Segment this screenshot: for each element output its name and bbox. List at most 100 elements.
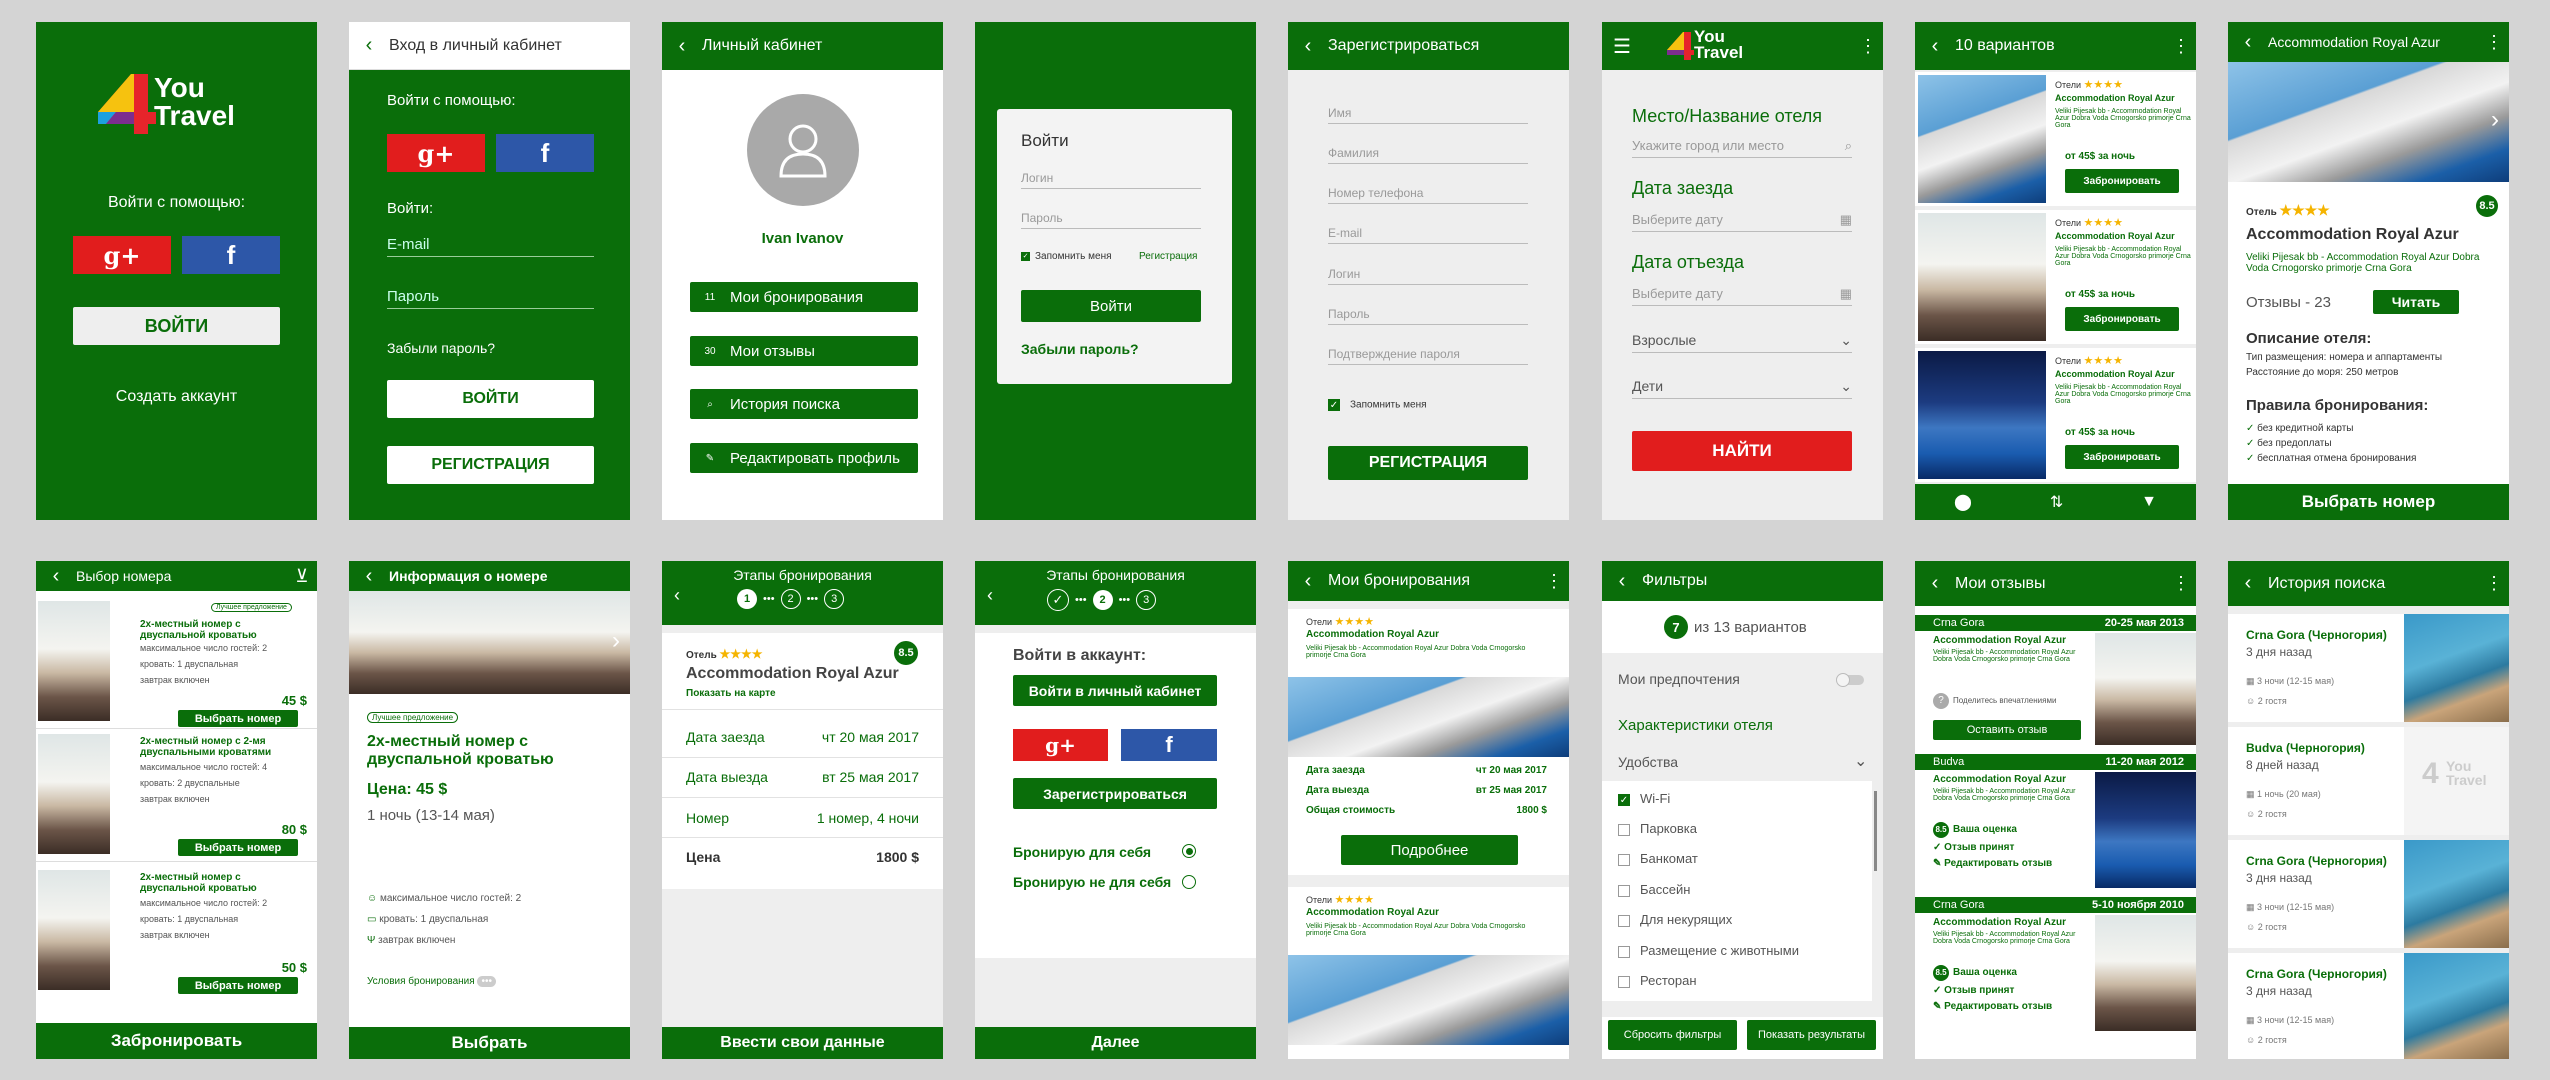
hotel-photo[interactable]: ›	[2228, 62, 2509, 182]
scrollbar[interactable]	[1874, 791, 1877, 871]
radio[interactable]	[1182, 875, 1196, 889]
back-icon[interactable]: ‹	[987, 585, 993, 606]
facebook-button[interactable]: f	[496, 134, 594, 172]
password-field[interactable]: Пароль	[387, 288, 594, 309]
facebook-button[interactable]: f	[1121, 729, 1217, 761]
checkbox-icon[interactable]	[1618, 914, 1630, 927]
checkbox-icon[interactable]: ✓	[1618, 793, 1630, 806]
checkbox-icon[interactable]	[1618, 975, 1630, 988]
book-button[interactable]: Забронировать	[2065, 445, 2179, 469]
password-field[interactable]: Пароль	[1328, 307, 1528, 325]
back-icon[interactable]: ‹	[2228, 572, 2268, 595]
phone-field[interactable]: Номер телефона	[1328, 186, 1528, 204]
amenities-label[interactable]: Удобства	[1618, 754, 1678, 770]
remember-me[interactable]: ✓ Запомнить меня	[1021, 251, 1112, 262]
back-icon[interactable]: ‹	[349, 565, 389, 588]
result-card[interactable]: Отели ★★★★ Accommodation Royal Azur Veli…	[1915, 210, 2196, 344]
cart-icon[interactable]: ⊻	[287, 566, 317, 587]
history-item[interactable]: Crna Gora (Черногория) 3 дня назад ▦ 3 н…	[2228, 614, 2509, 722]
confirm-password-field[interactable]: Подтверждение пароля	[1328, 347, 1528, 365]
login-field[interactable]: Логин	[1328, 267, 1528, 285]
choose-room-button[interactable]: Выбрать номер	[178, 839, 298, 856]
choose-room-button[interactable]: Выбрать номер	[178, 710, 298, 727]
booking-card[interactable]: Отели ★★★★ Accommodation Royal Azur Veli…	[1288, 609, 1569, 875]
review-card[interactable]: Crna Gora 5-10 ноября 2010 Accommodation …	[1915, 897, 2196, 1035]
choose-room-button[interactable]: Выбрать номер	[2228, 484, 2509, 520]
checkbox-icon[interactable]: ✓	[1328, 399, 1340, 411]
place-input[interactable]: Укажите город или место ⌕	[1632, 138, 1852, 158]
amenity-restaurant[interactable]: Ресторан	[1618, 973, 1697, 988]
last-name-field[interactable]: Фамилия	[1328, 146, 1528, 164]
login-button[interactable]: ВОЙТИ	[73, 307, 280, 345]
book-for-self[interactable]: Бронирую для себя	[1013, 844, 1151, 860]
sort-icon[interactable]: ⇅	[2050, 492, 2063, 512]
amenity-pets[interactable]: Размещение с животными	[1618, 943, 1799, 958]
map-pin-icon[interactable]: ⬤	[1954, 492, 1972, 512]
radio-selected[interactable]	[1182, 844, 1196, 858]
book-button[interactable]: Забронировать	[2065, 169, 2179, 193]
checkbox-icon[interactable]	[1618, 945, 1630, 958]
email-field[interactable]: E-mail	[1328, 226, 1528, 244]
login-button[interactable]: Войти	[1021, 290, 1201, 322]
more-icon[interactable]: ⋮	[1539, 571, 1569, 592]
show-on-map-link[interactable]: Показать на карте	[686, 688, 776, 699]
menu-my-reviews[interactable]: 30 Мои отзывы	[690, 336, 918, 366]
back-icon[interactable]: ‹	[1915, 572, 1955, 595]
back-icon[interactable]: ‹	[674, 585, 680, 606]
enter-data-button[interactable]: Ввести свои данные	[662, 1027, 943, 1059]
email-field[interactable]: E-mail	[387, 236, 594, 257]
login-button[interactable]: ВОЙТИ	[387, 380, 594, 418]
register-link[interactable]: Регистрация	[1139, 251, 1197, 262]
menu-my-bookings[interactable]: 11 Мои бронирования	[690, 282, 918, 312]
history-item[interactable]: Crna Gora (Черногория) 3 дня назад ▦ 3 н…	[2228, 953, 2509, 1059]
back-icon[interactable]: ‹	[1288, 35, 1328, 58]
room-photo[interactable]: ›	[349, 591, 630, 694]
result-card[interactable]: Отели ★★★★ Accommodation Royal Azur Veli…	[1915, 72, 2196, 206]
back-icon[interactable]: ‹	[36, 565, 76, 588]
register-button[interactable]: Зарегистрироваться	[1013, 778, 1217, 809]
create-account-link[interactable]: Создать аккаунт	[36, 388, 317, 406]
edit-review-link[interactable]: ✎ Редактировать отзыв	[1933, 1001, 2052, 1012]
more-icon[interactable]: ⋮	[2479, 32, 2509, 53]
leave-review-button[interactable]: Оставить отзыв	[1933, 720, 2081, 740]
back-icon[interactable]: ‹	[1915, 35, 1955, 58]
chevron-right-icon[interactable]: ›	[2491, 106, 2499, 134]
login-field[interactable]: Логин	[1021, 171, 1201, 189]
forgot-password-link[interactable]: Забыли пароль?	[1021, 341, 1139, 357]
next-button[interactable]: Далее	[975, 1027, 1256, 1059]
menu-search-history[interactable]: ⌕ История поиска	[690, 389, 918, 419]
book-for-other[interactable]: Бронирую не для себя	[1013, 874, 1171, 890]
forgot-password-link[interactable]: Забыли пароль?	[387, 340, 495, 356]
checkout-input[interactable]: Выберите дату ▦	[1632, 286, 1852, 306]
preferences-toggle[interactable]	[1836, 673, 1864, 687]
book-button[interactable]: Забронировать	[2065, 307, 2179, 331]
checkbox-icon[interactable]	[1618, 884, 1630, 897]
amenity-pool[interactable]: Бассейн	[1618, 882, 1690, 897]
checkbox-icon[interactable]: ✓	[1021, 251, 1030, 261]
remember-me[interactable]: ✓ Запомнить меня	[1328, 399, 1427, 411]
back-icon[interactable]: ‹	[1602, 570, 1642, 593]
adults-select[interactable]: Взрослые ⌄	[1632, 332, 1852, 353]
room-card[interactable]: Лучшее предложение 2х-местный номер с дв…	[36, 599, 317, 729]
children-select[interactable]: Дети ⌄	[1632, 378, 1852, 399]
details-button[interactable]: Подробнее	[1341, 835, 1518, 865]
filter-icon[interactable]: ▼	[2141, 493, 2157, 511]
back-icon[interactable]: ‹	[1288, 570, 1328, 593]
room-card[interactable]: 2х-местный номер с двуспальной кроватью …	[36, 868, 317, 998]
reset-filters-button[interactable]: Сбросить фильтры	[1608, 1020, 1737, 1050]
menu-icon[interactable]: ☰	[1602, 34, 1642, 59]
register-button[interactable]: РЕГИСТРАЦИЯ	[387, 446, 594, 484]
checkin-input[interactable]: Выберите дату ▦	[1632, 212, 1852, 232]
more-icon[interactable]: ⋮	[1853, 36, 1883, 57]
register-button[interactable]: РЕГИСТРАЦИЯ	[1328, 446, 1528, 480]
read-button[interactable]: Читать	[2373, 290, 2459, 314]
result-card[interactable]: Отели ★★★★ Accommodation Royal Azur Veli…	[1915, 348, 2196, 482]
back-icon[interactable]: ‹	[349, 34, 389, 57]
room-card[interactable]: 2х-местный номер с 2-мя двуспальными кро…	[36, 732, 317, 862]
review-card[interactable]: Budva 11-20 мая 2012 Accommodation Royal …	[1915, 754, 2196, 892]
edit-review-link[interactable]: ✎ Редактировать отзыв	[1933, 858, 2052, 869]
find-button[interactable]: НАЙТИ	[1632, 431, 1852, 471]
show-results-button[interactable]: Показать результаты	[1747, 1020, 1876, 1050]
google-plus-button[interactable]: g+	[387, 134, 485, 172]
back-icon[interactable]: ‹	[662, 35, 702, 58]
